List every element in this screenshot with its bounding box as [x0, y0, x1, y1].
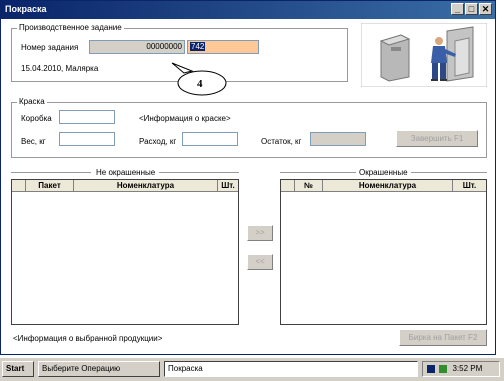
callout-number: 4	[197, 78, 203, 90]
remainder-label: Остаток, кг	[261, 137, 302, 146]
move-right-button[interactable]: >>	[247, 225, 273, 241]
unpainted-title: Не окрашенные	[96, 168, 156, 177]
painted-col-nomenclature[interactable]: Номенклатура	[323, 180, 453, 192]
clock: 3:52 PM	[452, 364, 483, 373]
unpainted-title-line-left	[11, 172, 91, 173]
task-number-field: 00000000	[89, 40, 185, 54]
box-input[interactable]	[59, 110, 115, 124]
taskbar-item-operation[interactable]: Выберите Операцию	[38, 361, 160, 377]
worker-illustration	[361, 23, 487, 87]
task-info: 15.04.2010, Малярка	[21, 64, 99, 73]
painted-col-number[interactable]: №	[295, 180, 323, 192]
window-title: Покраска	[5, 4, 47, 14]
unpainted-row-header	[12, 180, 26, 192]
painted-table[interactable]: № Номенклатура Шт.	[280, 179, 487, 325]
unpainted-table[interactable]: Пакет Номенклатура Шт.	[11, 179, 239, 325]
consumption-label: Расход, кг	[139, 137, 177, 146]
move-left-button[interactable]: <<	[247, 254, 273, 270]
tag-button[interactable]: Бирка на Пакет F2	[399, 329, 487, 346]
unpainted-title-line-right	[159, 172, 239, 173]
app-window: Покраска _ □ ✕ Производственное задание …	[0, 0, 496, 355]
minimize-button[interactable]: _	[451, 3, 464, 15]
task-number-label: Номер задания	[21, 43, 79, 52]
maximize-button[interactable]: □	[465, 3, 478, 15]
taskbar-item-painting[interactable]: Покраска	[164, 361, 418, 377]
painted-title-line-left	[280, 172, 356, 173]
task-number-selection: 742	[190, 42, 206, 51]
remainder-field	[310, 132, 366, 146]
start-label: Start	[6, 364, 25, 373]
product-info: <Информация о выбранной продукции>	[13, 334, 163, 343]
painted-title-line-right	[411, 172, 487, 173]
unpainted-col-packet[interactable]: Пакет	[26, 180, 74, 192]
task-number-input[interactable]: 742	[187, 40, 259, 54]
taskbar: Start Выберите Операцию Покраска 3:52 PM	[0, 357, 504, 381]
close-button[interactable]: ✕	[479, 3, 492, 15]
paint-info: <Информация о краске>	[139, 114, 231, 123]
finish-button[interactable]: Завершить F1	[396, 130, 478, 147]
paint-group-label: Краска	[17, 97, 47, 106]
title-bar[interactable]: Покраска _ □ ✕	[1, 1, 495, 19]
task-group-label: Производственное задание	[17, 23, 124, 32]
unpainted-col-nomenclature[interactable]: Номенклатура	[74, 180, 218, 192]
box-label: Коробка	[21, 114, 52, 123]
weight-label: Вес, кг	[21, 137, 46, 146]
keyboard-icon[interactable]	[427, 364, 435, 373]
system-tray: 3:52 PM	[422, 361, 500, 377]
network-icon[interactable]	[439, 364, 448, 373]
painted-row-header	[281, 180, 295, 192]
weight-input[interactable]	[59, 132, 115, 146]
painted-col-qty[interactable]: Шт.	[453, 180, 486, 192]
painted-title: Окрашенные	[359, 168, 408, 177]
start-button[interactable]: Start	[2, 361, 34, 377]
consumption-input[interactable]	[182, 132, 238, 146]
unpainted-col-qty[interactable]: Шт.	[218, 180, 238, 192]
